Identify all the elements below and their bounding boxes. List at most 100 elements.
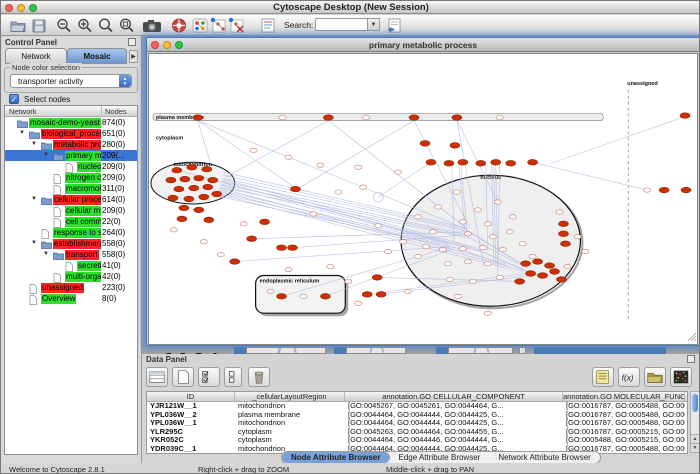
network-node[interactable] xyxy=(509,215,516,219)
network-tree-row[interactable]: mosaic-demo-yeast874(0) xyxy=(5,117,137,128)
annotation-button[interactable] xyxy=(259,17,277,34)
network-edge[interactable] xyxy=(300,121,414,188)
tree-expand-icon[interactable]: ▼ xyxy=(31,196,37,202)
network-tree-row[interactable]: nitrogen compo209(0) xyxy=(5,172,137,183)
network-node-selected[interactable] xyxy=(168,195,178,201)
network-node[interactable] xyxy=(170,228,177,232)
network-node-selected[interactable] xyxy=(458,159,468,165)
network-node-selected[interactable] xyxy=(287,245,297,251)
attribute-list-button[interactable] xyxy=(592,367,614,387)
open-session-button[interactable] xyxy=(9,17,27,34)
network-node-selected[interactable] xyxy=(538,273,548,279)
network-tree-row[interactable]: ▼transport558(0) xyxy=(5,249,137,260)
network-node[interactable] xyxy=(360,185,367,189)
zoom-selected-region-button[interactable] xyxy=(118,17,136,34)
network-node[interactable] xyxy=(250,148,257,152)
network-node-selected[interactable] xyxy=(180,176,190,182)
network-tree-row[interactable]: ▼establishment of lo558(0) xyxy=(5,238,137,249)
network-node[interactable] xyxy=(496,275,503,279)
network-tree-row[interactable]: nucleobase-209(0) xyxy=(5,161,137,172)
network-tree-row[interactable]: ▼primary metabo209(... xyxy=(5,150,137,161)
network-node[interactable] xyxy=(459,220,466,224)
network-node-selected[interactable] xyxy=(202,166,212,172)
network-node-selected[interactable] xyxy=(560,241,570,247)
network-node[interactable] xyxy=(474,208,481,212)
network-node-selected[interactable] xyxy=(528,159,538,165)
network-node[interactable] xyxy=(454,294,461,298)
network-node-selected[interactable] xyxy=(559,231,569,237)
network-node[interactable] xyxy=(279,115,286,119)
network-node[interactable] xyxy=(345,279,352,283)
network-node-selected[interactable] xyxy=(526,271,536,277)
network-node-selected[interactable] xyxy=(189,185,199,191)
table-column-header[interactable]: annotation.GO MOLECULAR_FUNCTION xyxy=(563,392,685,401)
network-node[interactable] xyxy=(285,267,292,271)
table-row[interactable]: YKR052Ccytoplasm[GO:0044464, GO:0044446,… xyxy=(147,436,687,445)
network-node[interactable] xyxy=(240,222,247,226)
network-node[interactable] xyxy=(300,294,307,298)
network-node-selected[interactable] xyxy=(533,259,543,265)
network-node-selected[interactable] xyxy=(452,115,462,121)
help-button[interactable] xyxy=(170,17,188,34)
network-edge[interactable] xyxy=(226,121,329,178)
network-tree-row[interactable]: ▼biological_process651(0) xyxy=(5,128,137,139)
zoom-out-button[interactable] xyxy=(55,17,73,34)
network-tree-row[interactable]: unassigned223(0) xyxy=(5,282,137,293)
network-tree-row[interactable]: secretion41(0) xyxy=(5,260,137,271)
network-node-selected[interactable] xyxy=(420,141,430,147)
network-tree-row[interactable]: ▼cellular process614(0) xyxy=(5,194,137,205)
delete-attribute-button[interactable] xyxy=(248,367,270,387)
network-node[interactable] xyxy=(494,200,501,204)
network-node-selected[interactable] xyxy=(199,194,209,200)
network-node[interactable] xyxy=(429,230,436,234)
table-scrollbar[interactable]: ▲ ▼ xyxy=(690,391,700,453)
network-node-selected[interactable] xyxy=(323,115,333,121)
zoom-in-button[interactable] xyxy=(76,17,94,34)
network-node-selected[interactable] xyxy=(659,187,669,193)
network-node-selected[interactable] xyxy=(172,167,182,173)
tab-mosaic[interactable]: Mosaic xyxy=(67,48,127,64)
network-node[interactable] xyxy=(355,301,362,305)
create-network-button[interactable] xyxy=(209,17,227,34)
network-node[interactable] xyxy=(422,244,429,248)
select-all-attributes-button[interactable] xyxy=(198,367,220,387)
network-node-selected[interactable] xyxy=(681,187,691,193)
network-edge[interactable] xyxy=(378,162,431,197)
import-attributes-folder-button[interactable] xyxy=(644,367,666,387)
network-node-selected[interactable] xyxy=(179,205,189,211)
network-node-selected[interactable] xyxy=(277,245,287,251)
search-dropdown-arrow[interactable]: ▼ xyxy=(368,18,380,31)
network-node[interactable] xyxy=(469,279,476,283)
network-node[interactable] xyxy=(529,254,536,258)
tree-expand-icon[interactable]: ▼ xyxy=(31,141,37,147)
function-builder-button[interactable]: f(x) xyxy=(618,367,640,387)
tab-scroll-arrow[interactable]: ▶ xyxy=(129,50,138,63)
network-tree-row[interactable]: cellular metabo209(0) xyxy=(5,205,137,216)
network-node-selected[interactable] xyxy=(372,275,382,281)
network-node-selected[interactable] xyxy=(177,216,187,222)
network-tree-row[interactable]: multi-organism pro42(0) xyxy=(5,271,137,282)
network-node[interactable] xyxy=(363,115,370,119)
network-node-selected[interactable] xyxy=(550,269,560,275)
network-edge[interactable] xyxy=(198,121,466,229)
network-node-selected[interactable] xyxy=(166,177,176,183)
network-node-selected[interactable] xyxy=(376,292,386,298)
network-node[interactable] xyxy=(446,277,453,281)
network-edge[interactable] xyxy=(198,121,211,165)
create-attribute-button[interactable] xyxy=(172,367,194,387)
float-panel-icon[interactable] xyxy=(128,38,136,46)
network-node[interactable] xyxy=(444,261,451,265)
network-node-selected[interactable] xyxy=(204,217,214,223)
network-tree-row[interactable]: Overview8(0) xyxy=(5,293,137,304)
network-window-titlebar[interactable]: primary metabolic process xyxy=(147,38,699,52)
network-node-selected[interactable] xyxy=(559,221,569,227)
network-tree-row[interactable]: macromolecule311(0) xyxy=(5,183,137,194)
table-column-header[interactable]: ID xyxy=(147,392,235,401)
table-row[interactable]: YJR121W__1mitochondrion[GO:0045267, GO:0… xyxy=(147,402,687,411)
network-node-selected[interactable] xyxy=(545,263,555,269)
network-node-selected[interactable] xyxy=(193,115,203,121)
network-node[interactable] xyxy=(453,190,460,194)
network-node[interactable] xyxy=(484,222,491,226)
network-node-selected[interactable] xyxy=(557,277,567,283)
network-node[interactable] xyxy=(317,163,324,167)
